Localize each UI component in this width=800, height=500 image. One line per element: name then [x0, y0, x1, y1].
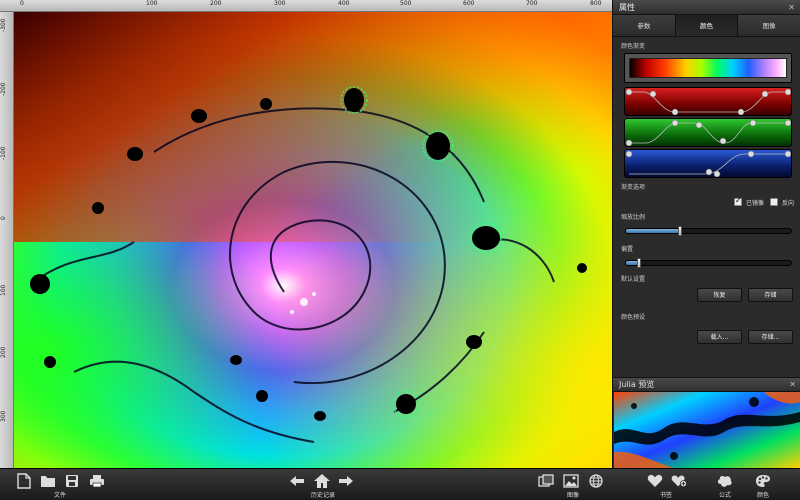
- open-folder-icon[interactable]: [40, 473, 56, 489]
- reverse-checkbox[interactable]: [769, 198, 778, 206]
- vertical-ruler: -300 -200 -100 0 100 200 300: [0, 12, 14, 468]
- ruler-label: -100: [0, 146, 7, 160]
- offset-label: 偏置: [621, 246, 634, 253]
- ruler-label: 100: [146, 0, 158, 7]
- scale-slider-fill: [626, 229, 681, 233]
- reverse-label: 反向: [781, 199, 794, 207]
- heart-icon[interactable]: [647, 473, 663, 489]
- ruler-label: 300: [0, 410, 7, 422]
- load-preset-button[interactable]: 载入...: [697, 330, 742, 344]
- gradient-preview[interactable]: [624, 53, 792, 83]
- image-label: 图像: [566, 492, 579, 499]
- add-bookmark-icon[interactable]: [671, 473, 687, 489]
- save-button[interactable]: 存储: [748, 288, 793, 302]
- new-file-icon[interactable]: [16, 473, 32, 489]
- ruler-label: -200: [0, 82, 7, 96]
- history-label: 历史记录: [310, 492, 335, 499]
- window-icon[interactable]: [538, 473, 554, 489]
- horizontal-ruler: 0 100 200 300 400 500 600 700 800: [0, 0, 612, 12]
- fractal-canvas[interactable]: [14, 12, 612, 468]
- restore-button[interactable]: 恢复: [697, 288, 742, 302]
- defaults-label: 默认设置: [621, 276, 646, 283]
- print-icon[interactable]: [89, 473, 105, 489]
- home-icon[interactable]: [313, 472, 331, 490]
- bookmarks-label: 书签: [659, 492, 672, 499]
- offset-slider[interactable]: [625, 258, 792, 268]
- ruler-label: 200: [210, 0, 222, 7]
- tab-image[interactable]: 图像: [738, 15, 800, 36]
- defaults-buttons: 恢复 存储: [613, 288, 800, 302]
- panel-title: 属性: [619, 3, 635, 12]
- preset-buttons: 载入... 存储...: [613, 330, 800, 344]
- julia-preview-title: Julia 预览: [619, 380, 655, 389]
- ruler-label: 0: [0, 216, 7, 220]
- offset-slider-knob[interactable]: [637, 258, 642, 268]
- close-icon[interactable]: ✕: [789, 378, 796, 392]
- save-disk-icon[interactable]: [64, 473, 80, 489]
- red-channel-curve[interactable]: [624, 87, 792, 116]
- bottom-toolbar: 文件 历史记录 图像 书签 公式 颜色: [0, 468, 800, 500]
- scale-slider-knob[interactable]: [678, 226, 683, 236]
- app-window: 0 100 200 300 400 500 600 700 800 -300 -…: [0, 0, 800, 500]
- julia-preview-header: Julia 预览 ✕: [613, 377, 800, 392]
- properties-panel: 属性 ✕ 参数 颜色 图像 颜色渐变 渐变选项 ✓ 已镜像 反向 缩放比例 偏置…: [612, 0, 800, 468]
- ruler-label: 600: [463, 0, 475, 7]
- ruler-label: 500: [400, 0, 412, 7]
- file-label: 文件: [53, 492, 66, 499]
- scale-slider[interactable]: [625, 226, 792, 236]
- close-icon[interactable]: ✕: [788, 0, 795, 15]
- save-preset-button[interactable]: 存储...: [748, 330, 793, 344]
- ruler-label: -300: [0, 18, 7, 32]
- panel-tabs: 参数 颜色 图像: [613, 15, 800, 37]
- ruler-label: 300: [274, 0, 286, 7]
- ruler-label: 100: [0, 284, 7, 296]
- back-arrow-icon[interactable]: [289, 473, 305, 489]
- ruler-label: 400: [338, 0, 350, 7]
- tab-color[interactable]: 颜色: [675, 15, 739, 36]
- tab-parameters[interactable]: 参数: [613, 15, 676, 36]
- mirrored-checkbox[interactable]: [733, 196, 742, 206]
- forward-arrow-icon[interactable]: [338, 473, 354, 489]
- panel-header: 属性 ✕: [613, 0, 800, 15]
- image-icon[interactable]: [563, 473, 579, 489]
- gradient-options-row: 已镜像 反向: [613, 194, 800, 210]
- gradient-section-label: 颜色渐变: [621, 43, 646, 50]
- scale-label: 缩放比例: [621, 214, 646, 221]
- palette-icon[interactable]: [755, 473, 771, 489]
- gradient-options-label: 渐变选项: [621, 184, 646, 191]
- blue-channel-curve[interactable]: [624, 149, 792, 178]
- green-channel-curve[interactable]: [624, 118, 792, 147]
- formula-icon[interactable]: [717, 473, 733, 489]
- ruler-label: 800: [590, 0, 602, 7]
- ruler-label: 200: [0, 346, 7, 358]
- julia-preview-image[interactable]: [614, 392, 800, 468]
- formula-label: 公式: [718, 492, 731, 499]
- color-presets-label: 颜色预设: [621, 314, 646, 321]
- mirrored-label: 已镜像: [745, 199, 764, 207]
- ruler-label: 700: [526, 0, 538, 7]
- color-label: 颜色: [756, 492, 769, 499]
- globe-icon[interactable]: [588, 473, 604, 489]
- ruler-label: 0: [20, 0, 24, 7]
